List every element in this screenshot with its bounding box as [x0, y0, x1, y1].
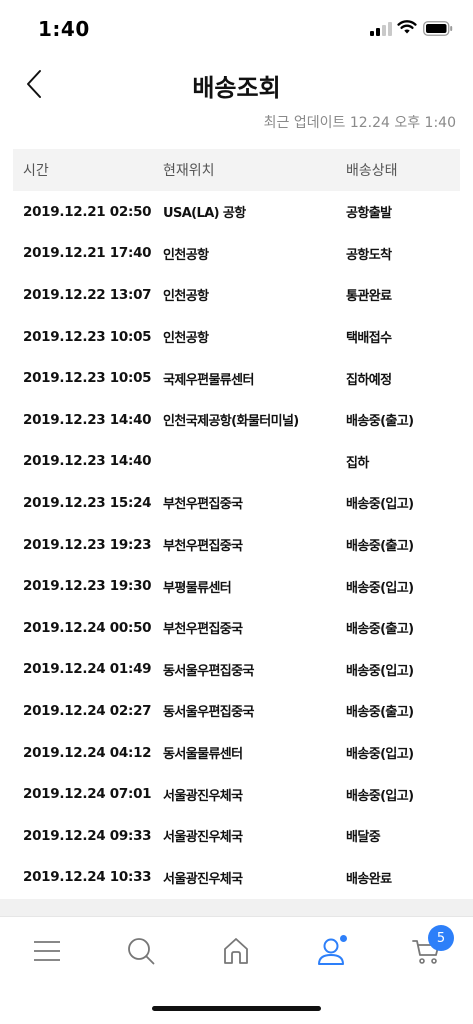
- table-row: 2019.12.23 19:30 부평물류센터 배송중(입고): [13, 565, 460, 607]
- cell-location: 부천우편집중국: [163, 497, 243, 513]
- cell-status: 배송중(입고): [346, 747, 414, 763]
- cell-status: 배달중: [346, 830, 381, 846]
- cell-status: 공항출발: [346, 206, 392, 222]
- home-icon: [224, 938, 248, 964]
- home-indicator: [152, 1006, 321, 1011]
- tab-search[interactable]: [119, 929, 163, 973]
- cell-location: 인천국제공항(화물터미널): [163, 414, 299, 430]
- cell-location: USA(LA) 공항: [163, 206, 246, 222]
- tab-menu[interactable]: [25, 929, 69, 973]
- cell-location: 동서울물류센터: [163, 747, 243, 763]
- cell-status: 집하예정: [346, 372, 392, 388]
- cell-location: 인천공항: [163, 331, 209, 347]
- cell-time: 2019.12.23 10:05: [23, 370, 152, 387]
- cell-time: 2019.12.21 02:50: [23, 203, 152, 220]
- section-divider: [0, 899, 473, 917]
- cell-location: 동서울우편집중국: [163, 663, 254, 679]
- cell-time: 2019.12.23 14:40: [23, 411, 152, 428]
- cell-status: 배송중(출고): [346, 414, 414, 430]
- cell-time: 2019.12.24 09:33: [23, 827, 152, 844]
- table-row: 2019.12.24 10:33 서울광진우체국 배송완료: [13, 857, 460, 899]
- cell-status: 배송중(출고): [346, 705, 414, 721]
- column-header-location: 현재위치: [163, 163, 215, 179]
- tab-home[interactable]: [214, 929, 258, 973]
- table-row: 2019.12.23 19:23 부천우편집중국 배송중(출고): [13, 524, 460, 566]
- cell-time: 2019.12.22 13:07: [23, 286, 152, 303]
- cell-time: 2019.12.24 04:12: [23, 744, 152, 761]
- cell-time: 2019.12.21 17:40: [23, 245, 152, 262]
- table-row: 2019.12.24 01:49 동서울우편집중국 배송중(입고): [13, 649, 460, 691]
- cell-status: 택배접수: [346, 331, 392, 347]
- status-time: 1:40: [38, 17, 90, 41]
- cell-status: 배송중(입고): [346, 580, 414, 596]
- cell-time: 2019.12.23 19:30: [23, 578, 152, 595]
- cell-status: 공항도착: [346, 247, 392, 263]
- table-header: 시간 현재위치 배송상태: [13, 149, 460, 191]
- table-row: 2019.12.23 14:40 집하: [13, 441, 460, 483]
- cell-time: 2019.12.24 02:27: [23, 702, 152, 719]
- battery-icon: [423, 21, 453, 36]
- cell-location: 동서울우편집중국: [163, 705, 254, 721]
- last-update-label: 최근 업데이트: [263, 115, 346, 131]
- last-update: 최근 업데이트 12.24 오후 1:40: [264, 112, 456, 132]
- cell-status: 배송완료: [346, 871, 392, 887]
- cell-time: 2019.12.24 00:50: [23, 619, 152, 636]
- table-row: 2019.12.24 00:50 부천우편집중국 배송중(출고): [13, 607, 460, 649]
- tab-cart[interactable]: 5: [404, 925, 454, 973]
- cell-time: 2019.12.23 14:40: [23, 453, 152, 470]
- cell-time: 2019.12.23 10:05: [23, 328, 152, 345]
- cell-time: 2019.12.23 19:23: [23, 536, 152, 553]
- status-bar: 1:40: [0, 0, 473, 56]
- cell-location: 부천우편집중국: [163, 539, 243, 555]
- cell-location: 부천우편집중국: [163, 622, 243, 638]
- column-header-status: 배송상태: [346, 163, 398, 179]
- notification-dot: [340, 935, 347, 942]
- tracking-table: 시간 현재위치 배송상태 2019.12.21 02:50 USA(LA) 공항 공…: [13, 149, 460, 898]
- cell-location: 서울광진우체국: [163, 788, 243, 804]
- cell-location: 인천공항: [163, 289, 209, 305]
- search-icon: [128, 938, 155, 965]
- page-title: 배송조회: [192, 74, 281, 102]
- cell-status: 배송중(입고): [346, 663, 414, 679]
- table-row: 2019.12.24 09:33 서울광진우체국 배달중: [13, 815, 460, 857]
- cell-time: 2019.12.24 10:33: [23, 869, 152, 886]
- column-header-time: 시간: [23, 163, 49, 179]
- table-row: 2019.12.23 10:05 국제우편물류센터 집하예정: [13, 357, 460, 399]
- cell-time: 2019.12.24 07:01: [23, 786, 152, 803]
- table-row: 2019.12.21 02:50 USA(LA) 공항 공항출발: [13, 191, 460, 233]
- cell-status: 통관완료: [346, 289, 392, 305]
- cell-location: 서울광진우체국: [163, 830, 243, 846]
- cell-time: 2019.12.24 01:49: [23, 661, 152, 678]
- tab-my-page[interactable]: [309, 929, 353, 973]
- cell-location: 서울광진우체국: [163, 871, 243, 887]
- cell-status: 배송중(입고): [346, 788, 414, 804]
- cell-location: 인천공항: [163, 247, 209, 263]
- cell-location: 부평물류센터: [163, 580, 232, 596]
- table-row: 2019.12.23 14:40 인천국제공항(화물터미널) 배송중(출고): [13, 399, 460, 441]
- table-body: 2019.12.21 02:50 USA(LA) 공항 공항출발 2019.12.21…: [13, 191, 460, 898]
- nav-header: 배송조회: [0, 56, 473, 112]
- table-row: 2019.12.22 13:07 인천공항 통관완료: [13, 274, 460, 316]
- table-row: 2019.12.23 10:05 인천공항 택배접수: [13, 316, 460, 358]
- table-row: 2019.12.23 15:24 부천우편집중국 배송중(입고): [13, 482, 460, 524]
- last-update-value: 12.24 오후 1:40: [349, 115, 456, 131]
- cellular-signal-icon: [370, 22, 392, 36]
- table-row: 2019.12.24 02:27 동서울우편집중국 배송중(출고): [13, 690, 460, 732]
- cell-status: 배송중(출고): [346, 539, 414, 555]
- table-row: 2019.12.21 17:40 인천공항 공항도착: [13, 233, 460, 275]
- cart-count-badge: 5: [428, 925, 454, 951]
- cell-status: 배송중(출고): [346, 622, 414, 638]
- wifi-icon: [397, 20, 417, 34]
- table-row: 2019.12.24 04:12 동서울물류센터 배송중(입고): [13, 732, 460, 774]
- cell-location: 국제우편물류센터: [163, 372, 254, 388]
- menu-icon: [34, 941, 60, 961]
- cell-status: 집하: [346, 455, 369, 471]
- cell-status: 배송중(입고): [346, 497, 414, 513]
- cell-time: 2019.12.23 15:24: [23, 494, 152, 511]
- bottom-tab-bar: 5: [0, 917, 473, 983]
- table-row: 2019.12.24 07:01 서울광진우체국 배송중(입고): [13, 773, 460, 815]
